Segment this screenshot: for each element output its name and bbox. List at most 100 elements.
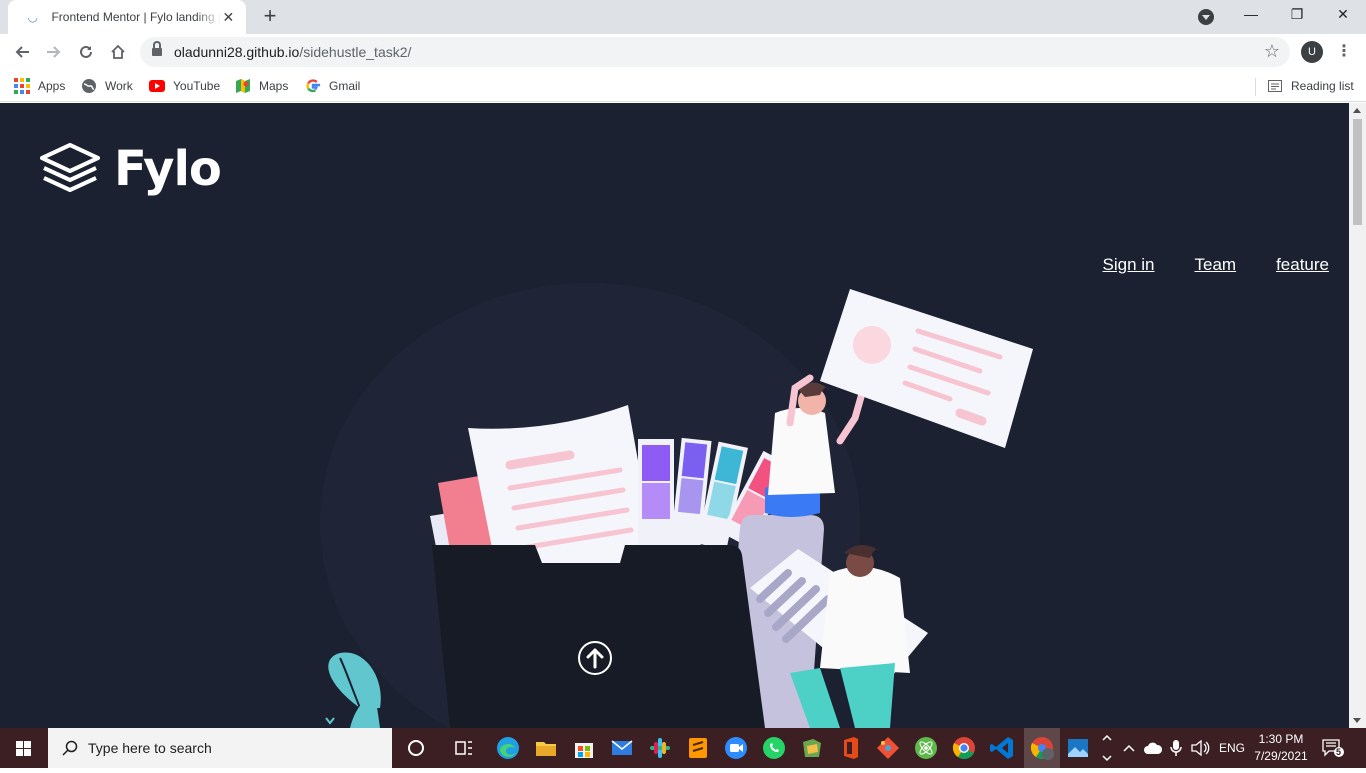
- back-button[interactable]: [8, 38, 36, 66]
- whatsapp-icon[interactable]: [760, 734, 788, 762]
- page-scrollbar[interactable]: [1349, 103, 1366, 728]
- bookmark-label: Apps: [38, 79, 66, 93]
- speaker-icon: [1191, 740, 1210, 756]
- browser-tab[interactable]: ◡ Frontend Mentor | Fylo landing page ✕: [8, 0, 246, 34]
- bookmark-work[interactable]: Work: [81, 76, 133, 96]
- profile-avatar[interactable]: U: [1301, 41, 1323, 63]
- folder: [432, 515, 824, 728]
- chrome-user-icon: [1030, 737, 1054, 760]
- onedrive-tray[interactable]: [1144, 728, 1162, 768]
- zoom-icon[interactable]: [722, 734, 750, 762]
- taskbar-search[interactable]: Type here to search: [48, 728, 392, 768]
- bookmark-label: YouTube: [173, 79, 221, 93]
- browser-menu-icon[interactable]: ⋮: [1336, 40, 1352, 64]
- home-icon: [111, 44, 125, 59]
- tab-title: Frontend Mentor | Fylo landing page: [51, 10, 220, 24]
- volume-tray[interactable]: [1190, 728, 1210, 768]
- google-icon: [306, 79, 321, 93]
- page-viewport: Fylo Sign in Team feature: [0, 103, 1349, 728]
- windows-taskbar: Type here to search ENG 1:30 PM 7/29/202…: [0, 728, 1366, 768]
- search-icon: [62, 740, 78, 756]
- bookmark-star-icon[interactable]: ☆: [1264, 41, 1280, 62]
- close-tab-icon[interactable]: ✕: [221, 9, 236, 26]
- address-bar[interactable]: oladunni28.github.io/sidehustle_task2/ ☆: [140, 37, 1290, 67]
- language-indicator[interactable]: ENG: [1219, 728, 1245, 768]
- reload-button[interactable]: [72, 38, 100, 66]
- mail-icon[interactable]: [608, 734, 636, 762]
- show-hidden-icons[interactable]: [1122, 728, 1136, 768]
- reload-icon: [80, 45, 92, 58]
- bookmark-label: Gmail: [329, 79, 361, 93]
- file-explorer-icon[interactable]: [532, 734, 560, 762]
- site-nav: Sign in Team feature: [1103, 255, 1330, 275]
- scroll-up-button[interactable]: [578, 641, 612, 675]
- edge-icon[interactable]: [494, 734, 522, 762]
- microsoft-store-icon[interactable]: [570, 734, 598, 762]
- reading-list-label: Reading list: [1291, 79, 1354, 93]
- office-icon[interactable]: [836, 734, 864, 762]
- tab-search-button[interactable]: [1198, 9, 1214, 25]
- microphone-tray[interactable]: [1170, 728, 1182, 768]
- url-host: oladunni28.github.io: [174, 44, 300, 60]
- bookmark-maps[interactable]: Maps: [235, 76, 288, 96]
- hero-illustration: [320, 283, 1033, 728]
- nav-team[interactable]: Team: [1194, 255, 1236, 275]
- scrollbar-thumb[interactable]: [1353, 119, 1362, 225]
- bookmark-apps[interactable]: Apps: [14, 76, 65, 96]
- stacked-layers-icon: [40, 143, 100, 192]
- bookmark-gmail[interactable]: Gmail: [305, 76, 360, 96]
- chevron-up-down-icon: [1102, 734, 1112, 762]
- notification-count: 5: [1336, 747, 1342, 757]
- photo-app-icon[interactable]: [798, 734, 826, 762]
- reading-list-button[interactable]: Reading list: [1267, 76, 1354, 96]
- new-tab-button[interactable]: +: [258, 5, 282, 29]
- nav-feature[interactable]: feature: [1276, 255, 1329, 275]
- chrome-icon[interactable]: [950, 734, 978, 762]
- nav-sign-in[interactable]: Sign in: [1103, 255, 1155, 275]
- minimize-button[interactable]: —: [1228, 0, 1274, 30]
- bookmark-label: Maps: [259, 79, 289, 93]
- close-window-button[interactable]: ✕: [1320, 0, 1366, 30]
- home-button[interactable]: [104, 38, 132, 66]
- frontend-mentor-favicon-icon: ◡: [27, 10, 38, 24]
- globe-icon: [82, 79, 96, 93]
- cortana-icon[interactable]: [402, 734, 430, 762]
- sublime-text-icon[interactable]: [684, 734, 712, 762]
- back-arrow-icon: [15, 46, 29, 58]
- lock-icon: [152, 41, 162, 57]
- restore-button[interactable]: ❐: [1274, 0, 1320, 30]
- maps-icon: [236, 79, 250, 93]
- bookmarks-divider: [1255, 78, 1256, 96]
- scroll-up-arrow-icon[interactable]: [1353, 108, 1361, 113]
- youtube-icon: [149, 80, 165, 92]
- action-center-button[interactable]: 5: [1322, 738, 1344, 758]
- taskbar-scroll[interactable]: [1100, 728, 1114, 768]
- photos-icon[interactable]: [1064, 734, 1092, 762]
- scroll-down-arrow-icon[interactable]: [1353, 718, 1361, 723]
- vscode-icon[interactable]: [988, 734, 1016, 762]
- browser-toolbar: oladunni28.github.io/sidehustle_task2/ ☆…: [0, 34, 1366, 70]
- microphone-icon: [1170, 740, 1182, 756]
- git-icon[interactable]: [874, 734, 902, 762]
- url-path: /sidehustle_task2/: [299, 44, 412, 60]
- bookmark-youtube[interactable]: YouTube: [149, 76, 220, 96]
- taskbar-clock[interactable]: 1:30 PM 7/29/2021: [1248, 731, 1314, 765]
- clock-date: 7/29/2021: [1254, 749, 1308, 763]
- task-view-icon[interactable]: [450, 734, 478, 762]
- reading-list-icon: [1268, 80, 1282, 92]
- apps-grid-icon: [14, 78, 30, 94]
- clock-time: 1:30 PM: [1258, 732, 1304, 746]
- fylo-logo[interactable]: Fylo: [40, 141, 222, 197]
- atom-icon[interactable]: [912, 734, 940, 762]
- search-placeholder: Type here to search: [88, 740, 212, 756]
- bookmark-label: Work: [105, 79, 133, 93]
- start-button[interactable]: [0, 728, 48, 768]
- forward-button[interactable]: [40, 38, 68, 66]
- person-holding-card: [765, 289, 1033, 517]
- chrome-active-window[interactable]: [1024, 728, 1060, 768]
- bookmarks-bar: Apps Work YouTube Maps Gmail Reading lis…: [0, 70, 1366, 102]
- cloud-icon: [1144, 742, 1162, 754]
- brand-name: Fylo: [114, 141, 222, 197]
- arrow-up-icon: [586, 648, 604, 669]
- slack-icon[interactable]: [646, 734, 674, 762]
